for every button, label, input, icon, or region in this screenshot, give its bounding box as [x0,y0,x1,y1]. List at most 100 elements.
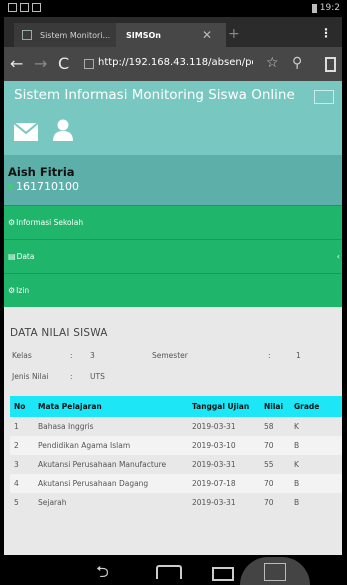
table-cell: K [294,422,299,431]
table-cell: 2019-03-10 [188,436,260,455]
favicon-icon [22,30,32,40]
semester-label: Semester [152,351,188,360]
tab-label: Sistem Monitori... [40,30,111,40]
table-cell: B [290,436,342,455]
table-cell: 1 [14,422,19,431]
table-cell: 55 [264,460,274,469]
user-profile-panel: Aish Fitria 161710100 [4,155,342,205]
overflow-menu-icon[interactable]: ⋮ [320,26,332,40]
table-row: 5 Sejarah 2019-03-31 70 B [10,493,342,512]
table-cell: Sejarah [38,498,67,507]
table-row: 4 Akutansi Perusahaan Dagang 2019-07-18 … [10,474,342,493]
envelope-icon[interactable] [14,123,38,141]
column-header: No [10,396,34,417]
user-id: 161710100 [8,180,79,193]
table-cell: Pendidikan Agama Islam [34,436,188,455]
table-cell: Akutansi Perusahaan Dagang [34,474,188,493]
table-cell: 2019-03-31 [192,460,236,469]
reload-icon[interactable]: C [58,54,69,73]
back-arrow-icon[interactable]: ← [10,54,23,73]
kelas-label: Kelas [12,351,32,360]
device-screen: 19:2 Sistem Monitori... SIMSOn ✕ + ⋮ ← →… [4,0,342,585]
web-page: Sistem Informasi Monitoring Siswa Online… [4,81,342,555]
kelas-value: 3 [90,351,95,360]
star-icon[interactable]: ☆ [266,55,279,71]
screenshot-button[interactable] [240,557,310,585]
menu-item-label: Data [16,252,35,261]
table-header-row: No Mata Pelajaran Tanggal Ujian Nilai Gr… [10,396,342,417]
nav-recent-apps-icon[interactable] [212,567,234,581]
tab-label: SIMSOn [126,30,161,40]
battery-icon [311,3,317,13]
table-row: 1 Bahasa Inggris 2019-03-31 58 K [10,417,342,436]
column-header: Nilai [260,396,290,417]
menu-item-informasi-sekolah[interactable]: ⚙ Informasi Sekolah [4,205,342,239]
column-header: Grade [290,396,342,417]
jenis-nilai-separator: : [70,372,73,381]
menu-item-label: Izin [16,286,30,295]
browser-tab-1[interactable]: Sistem Monitori... [14,23,126,47]
table-cell: 58 [264,422,274,431]
table-cell: 70 [260,436,290,455]
new-tab-icon[interactable]: + [228,26,240,42]
notification-icons [8,3,41,12]
user-id-text: 161710100 [16,180,79,193]
table-cell: Akutansi Perusahaan Manufacture [38,460,167,469]
semester-value: 1 [296,351,301,360]
url-field[interactable]: http://192.168.43.118/absen/porta [98,57,253,68]
table-cell: 2019-03-31 [192,422,236,431]
table-cell: 2019-07-18 [188,474,260,493]
nav-back-icon[interactable]: ⮌ [96,561,109,585]
close-tab-icon[interactable]: ✕ [202,28,212,42]
browser-tab-bar: Sistem Monitori... SIMSOn ✕ + ⋮ [4,17,342,47]
chevron-left-icon: ‹ [336,252,340,261]
page-info-icon[interactable] [84,59,94,69]
table-row: 3 Akutansi Perusahaan Manufacture 2019-0… [10,455,342,474]
table-icon: ▤ [8,252,16,261]
status-bar: 19:2 [4,0,342,17]
table-cell: 70 [260,474,290,493]
forward-arrow-icon[interactable]: → [34,54,47,73]
column-header: Mata Pelajaran [34,396,188,417]
bookmark-icon[interactable] [325,57,336,72]
table-cell: 2 [10,436,34,455]
image-icon [20,3,29,12]
notification-icon [8,3,17,12]
grades-table: No Mata Pelajaran Tanggal Ujian Nilai Gr… [10,396,342,512]
nav-home-icon[interactable] [156,565,182,579]
site-title: Sistem Informasi Monitoring Siswa Online [14,87,295,103]
sidebar-menu: ⚙ Informasi Sekolah ▤ Data ‹ ⚙ Izin [4,205,342,307]
address-bar: ← → C http://192.168.43.118/absen/porta … [4,47,342,81]
table-row: 2 Pendidikan Agama Islam 2019-03-10 70 B [10,436,342,455]
kelas-separator: : [70,351,73,360]
section-title: DATA NILAI SISWA [10,327,108,339]
user-name: Aish Fitria [8,165,75,179]
semester-separator: : [268,351,271,360]
table-cell: B [290,474,342,493]
menu-toggle-button[interactable] [314,90,334,104]
table-cell: B [294,498,300,507]
jenis-nilai-value: UTS [90,372,105,381]
table-cell: 3 [14,460,19,469]
user-icon[interactable] [52,119,74,141]
site-header: Sistem Informasi Monitoring Siswa Online [4,81,342,155]
table-cell: 70 [264,498,274,507]
dashboard-icon: ⚙ [8,218,16,227]
search-icon[interactable]: ⚲ [292,55,302,71]
online-status-icon [8,184,13,189]
jenis-nilai-label: Jenis Nilai [12,372,49,381]
table-cell: 4 [10,474,34,493]
column-header: Tanggal Ujian [188,396,260,417]
dashboard-icon: ⚙ [8,286,16,295]
status-time: 19:2 [319,3,340,13]
screenshot-icon [264,563,286,581]
browser-tab-2[interactable]: SIMSOn ✕ [116,23,226,47]
menu-item-data[interactable]: ▤ Data ‹ [4,239,342,273]
menu-item-izin[interactable]: ⚙ Izin [4,273,342,307]
android-nav-bar: ⮌ [4,555,342,585]
menu-item-label: Informasi Sekolah [16,218,84,227]
table-cell: 2019-03-31 [192,498,236,507]
table-cell: 5 [14,498,19,507]
android-icon [32,3,41,12]
table-cell: K [294,460,299,469]
